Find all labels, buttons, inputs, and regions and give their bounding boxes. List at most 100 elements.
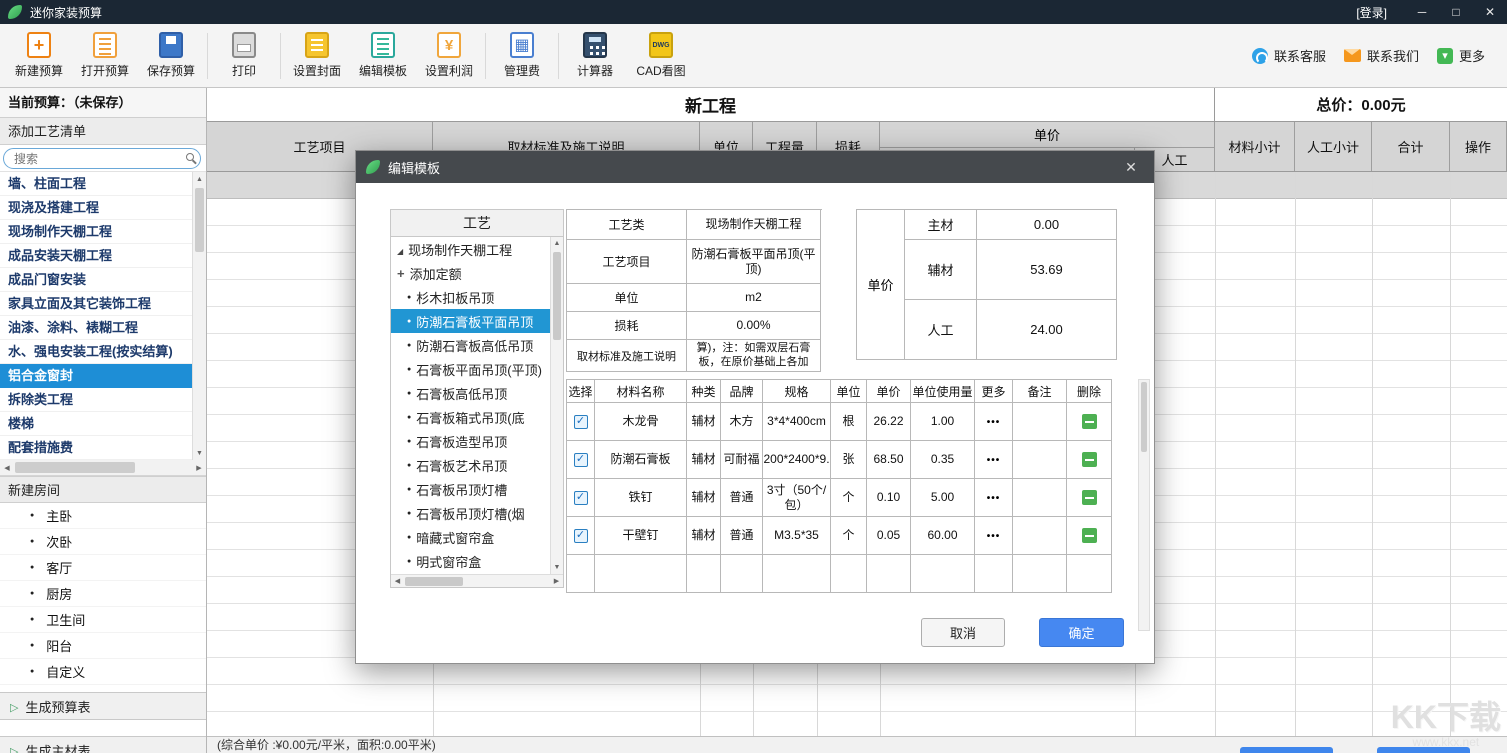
row-checkbox[interactable] <box>574 453 588 467</box>
sidebar-category-item[interactable]: 配套措施费 <box>0 436 206 460</box>
material-brand[interactable]: 普通 <box>721 517 763 555</box>
scroll-right-icon[interactable] <box>550 575 563 587</box>
material-name[interactable]: 防潮石膏板 <box>595 441 687 479</box>
room-item[interactable]: 自定义 <box>0 659 206 685</box>
search-input[interactable] <box>3 148 201 169</box>
bottom-action-button[interactable] <box>1377 747 1470 753</box>
delete-row-button[interactable] <box>1082 414 1097 429</box>
scroll-down-icon[interactable] <box>551 561 563 574</box>
tree-item[interactable]: 防潮石膏板高低吊顶 <box>391 333 550 357</box>
material-price[interactable]: 26.22 <box>867 403 911 441</box>
contact-us-button[interactable]: 联系我们 <box>1344 46 1419 65</box>
close-button[interactable]: ✕ <box>1473 0 1507 24</box>
room-item[interactable]: 次卧 <box>0 529 206 555</box>
tree-item[interactable]: 石膏板平面吊顶(平顶) <box>391 357 550 381</box>
craft-class-value[interactable]: 现场制作天棚工程 <box>687 210 821 240</box>
room-item[interactable]: 卫生间 <box>0 607 206 633</box>
material-name[interactable]: 干壁钉 <box>595 517 687 555</box>
ok-button[interactable]: 确定 <box>1039 618 1124 647</box>
sidebar-category-item[interactable]: 现浇及搭建工程 <box>0 196 206 220</box>
material-type[interactable]: 辅材 <box>687 403 721 441</box>
material-price[interactable]: 0.10 <box>867 479 911 517</box>
material-type[interactable]: 辅材 <box>687 479 721 517</box>
materials-scrollbar[interactable] <box>1138 379 1150 631</box>
tree-parent-node[interactable]: 现场制作天棚工程 <box>391 237 550 261</box>
tree-item[interactable]: 石膏板艺术吊顶 <box>391 453 550 477</box>
tree-item[interactable]: 石膏板箱式吊顶(底 <box>391 405 550 429</box>
material-spec[interactable]: 1200*2400*9.5 <box>763 441 831 479</box>
unit-value[interactable]: m2 <box>687 284 821 312</box>
sidebar-category-item[interactable]: 楼梯 <box>0 412 206 436</box>
price-row-value[interactable]: 24.00 <box>977 300 1117 360</box>
sidebar-category-item[interactable]: 成品安装天棚工程 <box>0 244 206 268</box>
material-unit[interactable]: 个 <box>831 517 867 555</box>
material-spec[interactable]: 3寸（50个/包） <box>763 479 831 517</box>
scrollbar-thumb[interactable] <box>195 188 204 252</box>
tree-item[interactable]: 石膏板造型吊顶 <box>391 429 550 453</box>
tree-vertical-scrollbar[interactable] <box>550 237 563 574</box>
material-note[interactable] <box>1013 479 1067 517</box>
generate-materials-button[interactable]: 生成主材表 <box>0 736 206 753</box>
more-options-button[interactable] <box>987 528 1001 543</box>
price-row-value[interactable]: 53.69 <box>977 240 1117 300</box>
calculator-button[interactable]: 计算器 <box>562 28 628 84</box>
sidebar-horizontal-scrollbar[interactable] <box>0 460 206 476</box>
scroll-down-icon[interactable] <box>193 446 206 460</box>
minimize-button[interactable]: ─ <box>1405 0 1439 24</box>
generate-budget-button[interactable]: 生成预算表 <box>0 692 206 720</box>
more-options-button[interactable] <box>987 414 1001 429</box>
sidebar-category-item[interactable]: 家具立面及其它装饰工程 <box>0 292 206 316</box>
material-type[interactable]: 辅材 <box>687 517 721 555</box>
scrollbar-thumb[interactable] <box>553 252 561 340</box>
set-cover-button[interactable]: 设置封面 <box>284 28 350 84</box>
row-checkbox[interactable] <box>574 415 588 429</box>
loss-value[interactable]: 0.00% <box>687 312 821 340</box>
search-icon[interactable] <box>186 153 194 161</box>
material-note[interactable] <box>1013 517 1067 555</box>
more-button[interactable]: 更多 <box>1437 46 1485 65</box>
tree-item[interactable]: 防潮石膏板平面吊顶 <box>391 309 550 333</box>
material-note[interactable] <box>1013 441 1067 479</box>
room-item[interactable]: 阳台 <box>0 633 206 659</box>
more-options-button[interactable] <box>987 452 1001 467</box>
login-button[interactable]: [登录] <box>1338 4 1405 21</box>
material-brand[interactable]: 可耐福 <box>721 441 763 479</box>
scrollbar-thumb[interactable] <box>405 577 463 586</box>
material-usage[interactable]: 0.35 <box>911 441 975 479</box>
sidebar-category-item[interactable]: 油漆、涂料、裱糊工程 <box>0 316 206 340</box>
scroll-right-icon[interactable] <box>192 460 206 475</box>
tree-item[interactable]: 石膏板吊顶灯槽(烟 <box>391 501 550 525</box>
tree-horizontal-scrollbar[interactable] <box>391 574 563 587</box>
delete-row-button[interactable] <box>1082 528 1097 543</box>
standard-value[interactable]: 算)，注：如需双层石膏板，在原价基础上各加 <box>687 340 821 372</box>
tree-item[interactable]: 石膏板吊顶灯槽 <box>391 477 550 501</box>
tree-item[interactable]: 杉木扣板吊顶 <box>391 285 550 309</box>
room-item[interactable]: 客厅 <box>0 555 206 581</box>
sidebar-category-item[interactable]: 成品门窗安装 <box>0 268 206 292</box>
tree-item[interactable]: 石膏板高低吊顶 <box>391 381 550 405</box>
material-note[interactable] <box>1013 403 1067 441</box>
material-name[interactable]: 木龙骨 <box>595 403 687 441</box>
scroll-left-icon[interactable] <box>391 575 404 587</box>
edit-template-button[interactable]: 编辑模板 <box>350 28 416 84</box>
open-budget-button[interactable]: 打开预算 <box>72 28 138 84</box>
sidebar-category-item[interactable]: 铝合金窗封 <box>0 364 206 388</box>
material-usage[interactable]: 60.00 <box>911 517 975 555</box>
sidebar-vertical-scrollbar[interactable] <box>192 172 206 460</box>
material-price[interactable]: 68.50 <box>867 441 911 479</box>
delete-row-button[interactable] <box>1082 452 1097 467</box>
dialog-close-button[interactable]: ✕ <box>1118 151 1144 183</box>
tree-item[interactable]: 明式窗帘盒 <box>391 549 550 573</box>
price-row-value[interactable]: 0.00 <box>977 210 1117 240</box>
material-price[interactable]: 0.05 <box>867 517 911 555</box>
room-item[interactable]: 厨房 <box>0 581 206 607</box>
tree-item[interactable]: 暗藏式窗帘盒 <box>391 525 550 549</box>
scroll-up-icon[interactable] <box>193 172 206 186</box>
row-checkbox[interactable] <box>574 529 588 543</box>
more-options-button[interactable] <box>987 490 1001 505</box>
scroll-left-icon[interactable] <box>0 460 14 475</box>
material-type[interactable]: 辅材 <box>687 441 721 479</box>
scroll-up-icon[interactable] <box>551 237 563 250</box>
add-quota-button[interactable]: 添加定额 <box>391 261 550 285</box>
material-unit[interactable]: 个 <box>831 479 867 517</box>
